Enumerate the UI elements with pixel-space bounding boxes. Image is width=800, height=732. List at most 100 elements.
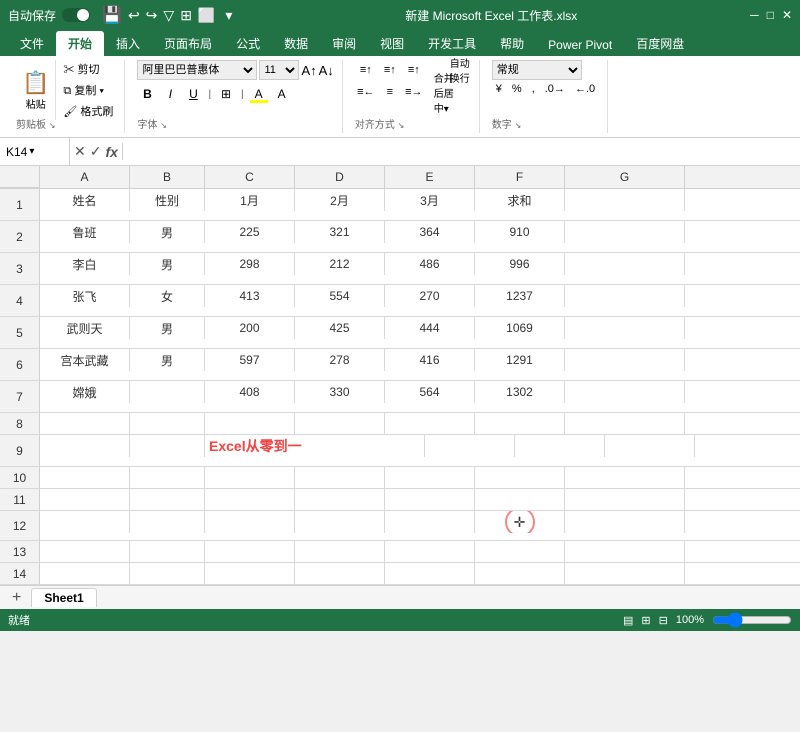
cell-ref-dropdown-icon[interactable]: ▾	[29, 146, 34, 157]
row-header-2[interactable]: 2	[0, 221, 40, 252]
cell-g10[interactable]	[565, 467, 685, 489]
cell-f1[interactable]: 求和	[475, 189, 565, 211]
cell-c6[interactable]: 597	[205, 349, 295, 371]
cell-b10[interactable]	[130, 467, 205, 489]
cell-f14[interactable]	[475, 563, 565, 585]
cell-a12[interactable]	[40, 511, 130, 533]
col-header-d[interactable]: D	[295, 166, 385, 188]
row-header-9[interactable]: 9	[0, 435, 40, 466]
cell-g7[interactable]	[565, 381, 685, 403]
cell-c8[interactable]	[205, 413, 295, 435]
paste-button[interactable]: 📋 粘贴	[16, 60, 56, 120]
decrease-decimal-button[interactable]: ←.0	[571, 82, 599, 96]
screenshot-icon[interactable]: ⬜	[198, 7, 215, 24]
currency-button[interactable]: ¥	[492, 82, 506, 96]
tab-data[interactable]: 数据	[272, 31, 320, 56]
cell-f10[interactable]	[475, 467, 565, 489]
thousands-button[interactable]: ,	[528, 82, 539, 96]
cell-g14[interactable]	[565, 563, 685, 585]
cell-e8[interactable]	[385, 413, 475, 435]
cell-b4[interactable]: 女	[130, 285, 205, 307]
row-header-6[interactable]: 6	[0, 349, 40, 380]
copy-button[interactable]: ⧉ 复制 ▾	[60, 81, 116, 99]
cell-e1[interactable]: 3月	[385, 189, 475, 211]
cell-g1[interactable]	[565, 189, 685, 211]
tab-page-layout[interactable]: 页面布局	[152, 31, 224, 56]
cell-g3[interactable]	[565, 253, 685, 275]
cell-f7[interactable]: 1302	[475, 381, 565, 403]
bold-button[interactable]: B	[137, 84, 157, 104]
cell-e12[interactable]	[385, 511, 475, 533]
tab-help[interactable]: 帮助	[488, 31, 536, 56]
cell-c7[interactable]: 408	[205, 381, 295, 403]
cell-g6[interactable]	[565, 349, 685, 371]
row-header-1[interactable]: 1	[0, 189, 40, 220]
cell-f5[interactable]: 1069	[475, 317, 565, 339]
cell-c4[interactable]: 413	[205, 285, 295, 307]
tab-review[interactable]: 审阅	[320, 31, 368, 56]
fill-color-button[interactable]: A	[249, 84, 269, 104]
row-header-13[interactable]: 13	[0, 541, 40, 562]
cell-e3[interactable]: 486	[385, 253, 475, 275]
align-top-right-button[interactable]: ≡↑	[403, 60, 425, 80]
font-size-select[interactable]: 11	[259, 60, 299, 80]
filter-icon[interactable]: ▽	[163, 7, 174, 24]
cell-a5[interactable]: 武则天	[40, 317, 130, 339]
cell-g9[interactable]	[695, 435, 800, 457]
cell-f12[interactable]: ✛	[475, 511, 565, 533]
cell-e14[interactable]	[385, 563, 475, 585]
undo-icon[interactable]: ↩	[128, 7, 140, 24]
cell-b11[interactable]	[130, 489, 205, 511]
cell-f6[interactable]: 1291	[475, 349, 565, 371]
percent-button[interactable]: %	[508, 82, 526, 96]
cell-d5[interactable]: 425	[295, 317, 385, 339]
align-left-button[interactable]: ≡←	[355, 82, 377, 102]
underline-button[interactable]: U	[183, 84, 203, 104]
cell-f4[interactable]: 1237	[475, 285, 565, 307]
add-sheet-button[interactable]: +	[4, 587, 29, 609]
cell-c1[interactable]: 1月	[205, 189, 295, 211]
cell-b6[interactable]: 男	[130, 349, 205, 371]
cell-d4[interactable]: 554	[295, 285, 385, 307]
cell-e11[interactable]	[385, 489, 475, 511]
font-color-button[interactable]: A	[272, 84, 292, 104]
expand-icon[interactable]: ▾	[225, 7, 232, 24]
tab-file[interactable]: 文件	[8, 31, 56, 56]
maximize-button[interactable]: □	[767, 8, 774, 22]
tab-home[interactable]: 开始	[56, 31, 104, 56]
zoom-slider[interactable]	[712, 612, 792, 628]
col-header-f[interactable]: F	[475, 166, 565, 188]
cell-a9[interactable]	[40, 435, 130, 457]
tab-view[interactable]: 视图	[368, 31, 416, 56]
cell-e9[interactable]	[515, 435, 605, 457]
cut-button[interactable]: ✂ 剪切	[60, 60, 116, 78]
cell-f11[interactable]	[475, 489, 565, 511]
cell-g2[interactable]	[565, 221, 685, 243]
cell-a11[interactable]	[40, 489, 130, 511]
cell-g12[interactable]	[565, 511, 685, 533]
cell-d2[interactable]: 321	[295, 221, 385, 243]
cell-d6[interactable]: 278	[295, 349, 385, 371]
cell-a8[interactable]	[40, 413, 130, 435]
cell-b7[interactable]	[130, 381, 205, 403]
cell-f8[interactable]	[475, 413, 565, 435]
cell-b14[interactable]	[130, 563, 205, 585]
align-center-button[interactable]: ≡	[379, 82, 401, 102]
cell-e10[interactable]	[385, 467, 475, 489]
cell-c12[interactable]	[205, 511, 295, 533]
corner-cell[interactable]	[0, 166, 40, 188]
cell-g8[interactable]	[565, 413, 685, 435]
cell-b12[interactable]	[130, 511, 205, 533]
cell-e6[interactable]: 416	[385, 349, 475, 371]
row-header-7[interactable]: 7	[0, 381, 40, 412]
italic-button[interactable]: I	[160, 84, 180, 104]
cell-d13[interactable]	[295, 541, 385, 563]
row-header-4[interactable]: 4	[0, 285, 40, 316]
cell-g4[interactable]	[565, 285, 685, 307]
tab-formula[interactable]: 公式	[224, 31, 272, 56]
minimize-button[interactable]: ─	[750, 8, 759, 22]
row-header-12[interactable]: 12	[0, 511, 40, 540]
cell-a6[interactable]: 宫本武藏	[40, 349, 130, 371]
col-header-a[interactable]: A	[40, 166, 130, 188]
cell-g13[interactable]	[565, 541, 685, 563]
